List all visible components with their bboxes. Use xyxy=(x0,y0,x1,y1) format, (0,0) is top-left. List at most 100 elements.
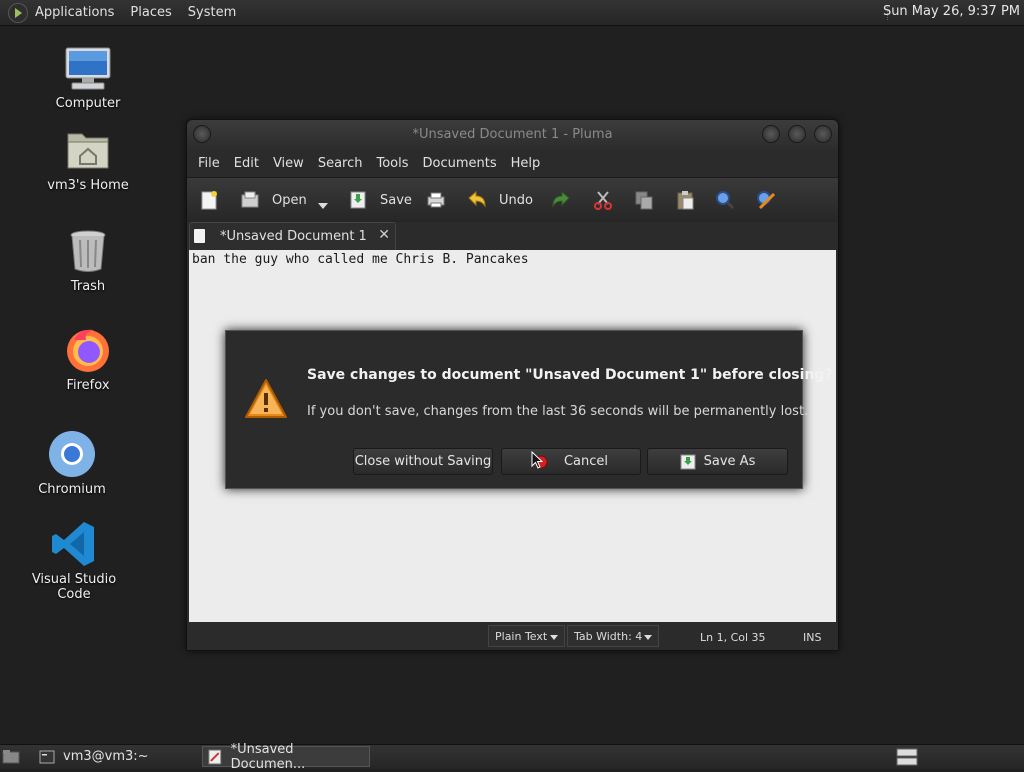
taskbar-item-label: vm3@vm3:~ xyxy=(63,749,149,764)
menu-documents[interactable]: Documents xyxy=(423,156,497,171)
menu-places[interactable]: Places xyxy=(130,5,171,20)
save-as-label: Save As xyxy=(703,454,756,469)
firefox-icon xyxy=(64,326,112,374)
menu-search[interactable]: Search xyxy=(318,156,363,171)
open-recent-dropdown[interactable] xyxy=(318,195,328,217)
save-icon xyxy=(350,191,366,209)
menubar: File Edit View Search Tools Documents He… xyxy=(187,150,838,176)
cut-button[interactable] xyxy=(593,189,613,211)
chevron-down-icon xyxy=(318,203,328,209)
menu-edit[interactable]: Edit xyxy=(234,156,259,171)
desktop-icon-label: vm3's Home xyxy=(47,178,129,193)
tab-unsaved-document-1[interactable]: *Unsaved Document 1 ✕ xyxy=(189,222,396,251)
close-without-saving-label: Close without Saving xyxy=(354,454,492,469)
menu-file[interactable]: File xyxy=(198,156,220,171)
chevron-down-icon xyxy=(550,635,558,640)
dialog-title: Save changes to document "Unsaved Docume… xyxy=(307,367,833,383)
tab-width-dropdown[interactable]: Tab Width: 4 xyxy=(567,625,659,647)
workspace-switcher[interactable] xyxy=(896,746,922,767)
desktop-icon-label: Computer xyxy=(55,96,121,111)
menu-help[interactable]: Help xyxy=(511,156,541,171)
workspace-switcher-icon xyxy=(896,748,918,765)
menu-tools[interactable]: Tools xyxy=(376,156,408,171)
vscode-icon xyxy=(50,520,98,568)
chromium-icon xyxy=(48,430,96,478)
syntax-highlight-dropdown[interactable]: Plain Text xyxy=(488,625,565,647)
insert-mode: INS xyxy=(803,631,822,644)
redo-button[interactable] xyxy=(551,189,571,211)
save-button[interactable]: Save xyxy=(348,189,412,211)
document-icon xyxy=(194,229,205,243)
top-panel: Applications Places System Sun May 26, 9… xyxy=(0,0,1024,26)
desktop-icon-trash[interactable]: Trash xyxy=(28,227,148,294)
maximize-button[interactable] xyxy=(788,125,806,143)
save-as-icon xyxy=(680,454,696,469)
desktop-icon-label: Visual Studio Code xyxy=(31,572,117,602)
mouse-cursor-icon xyxy=(531,451,543,469)
cut-icon xyxy=(594,191,612,210)
warning-icon xyxy=(245,379,287,418)
menu-applications[interactable]: Applications xyxy=(35,5,114,20)
mate-menu-icon[interactable] xyxy=(8,2,28,23)
print-icon xyxy=(427,192,445,208)
window-title: *Unsaved Document 1 - Pluma xyxy=(412,127,613,142)
undo-button[interactable]: Undo xyxy=(467,189,533,211)
statusbar: Plain Text Tab Width: 4 Ln 1, Col 35 INS xyxy=(187,623,838,650)
save-as-button[interactable]: Save As xyxy=(647,448,788,475)
text-editor-icon xyxy=(208,749,222,764)
close-without-saving-button[interactable]: Close without Saving xyxy=(353,448,493,475)
menu-system[interactable]: System xyxy=(188,5,236,20)
desktop-icon-firefox[interactable]: Firefox xyxy=(28,326,148,393)
taskbar-item-pluma[interactable]: *Unsaved Documen... xyxy=(202,742,370,772)
find-replace-button[interactable] xyxy=(756,189,776,211)
menu-view[interactable]: View xyxy=(273,156,304,171)
tab-bar: *Unsaved Document 1 ✕ xyxy=(187,222,838,251)
show-desktop-button[interactable] xyxy=(2,746,24,767)
search-icon xyxy=(716,191,735,210)
bottom-panel: vm3@vm3:~ *Unsaved Documen... xyxy=(0,742,1024,772)
find-replace-icon xyxy=(757,191,776,210)
save-label: Save xyxy=(380,192,412,208)
tab-close-icon[interactable]: ✕ xyxy=(378,227,390,243)
tab-width: Tab Width: 4 xyxy=(574,629,643,643)
computer-icon xyxy=(64,44,112,92)
cancel-button[interactable]: Cancel xyxy=(501,448,641,475)
desktop-icon-computer[interactable]: Computer xyxy=(28,44,148,111)
new-document-button[interactable] xyxy=(199,189,219,211)
taskbar-item-terminal[interactable]: vm3@vm3:~ xyxy=(34,746,200,767)
cursor-position: Ln 1, Col 35 xyxy=(700,631,766,644)
print-button[interactable] xyxy=(426,189,446,211)
desktop-icon-vscode[interactable]: Visual Studio Code xyxy=(14,520,134,602)
desktop-icon-home[interactable]: vm3's Home xyxy=(28,126,148,193)
window-titlebar[interactable]: *Unsaved Document 1 - Pluma xyxy=(187,120,838,150)
paste-icon xyxy=(677,191,694,210)
tab-label: *Unsaved Document 1 xyxy=(220,229,367,244)
desktop-icon-chromium[interactable]: Chromium xyxy=(12,430,132,497)
editor-line: ban the guy who called me Chris B. Panca… xyxy=(192,252,529,267)
paste-button[interactable] xyxy=(675,189,695,211)
open-button[interactable]: Open xyxy=(240,189,307,211)
copy-button[interactable] xyxy=(634,189,654,211)
open-label: Open xyxy=(272,192,307,208)
home-folder-icon xyxy=(64,126,112,174)
desktop-icon-label: Firefox xyxy=(66,378,110,393)
minimize-button[interactable] xyxy=(762,125,780,143)
taskbar-item-label: *Unsaved Documen... xyxy=(230,741,306,772)
open-icon xyxy=(241,191,259,208)
new-document-icon xyxy=(201,191,217,210)
cancel-label: Cancel xyxy=(563,454,609,469)
show-desktop-icon xyxy=(2,749,20,763)
close-window-button[interactable] xyxy=(814,125,832,143)
copy-icon xyxy=(635,191,653,210)
clock[interactable]: Sun May 26, 9:37 PM xyxy=(883,4,1020,19)
desktop-icon-label: Trash xyxy=(70,279,106,294)
undo-icon xyxy=(468,190,486,208)
redo-icon xyxy=(552,190,570,208)
find-button[interactable] xyxy=(715,189,735,211)
save-changes-dialog: Save changes to document "Unsaved Docume… xyxy=(225,330,833,489)
dialog-message: If you don't save, changes from the last… xyxy=(307,404,809,419)
chevron-down-icon xyxy=(644,635,652,640)
toolbar: Open Save Undo xyxy=(187,177,838,223)
trash-icon xyxy=(64,227,112,275)
undo-label: Undo xyxy=(499,192,533,208)
